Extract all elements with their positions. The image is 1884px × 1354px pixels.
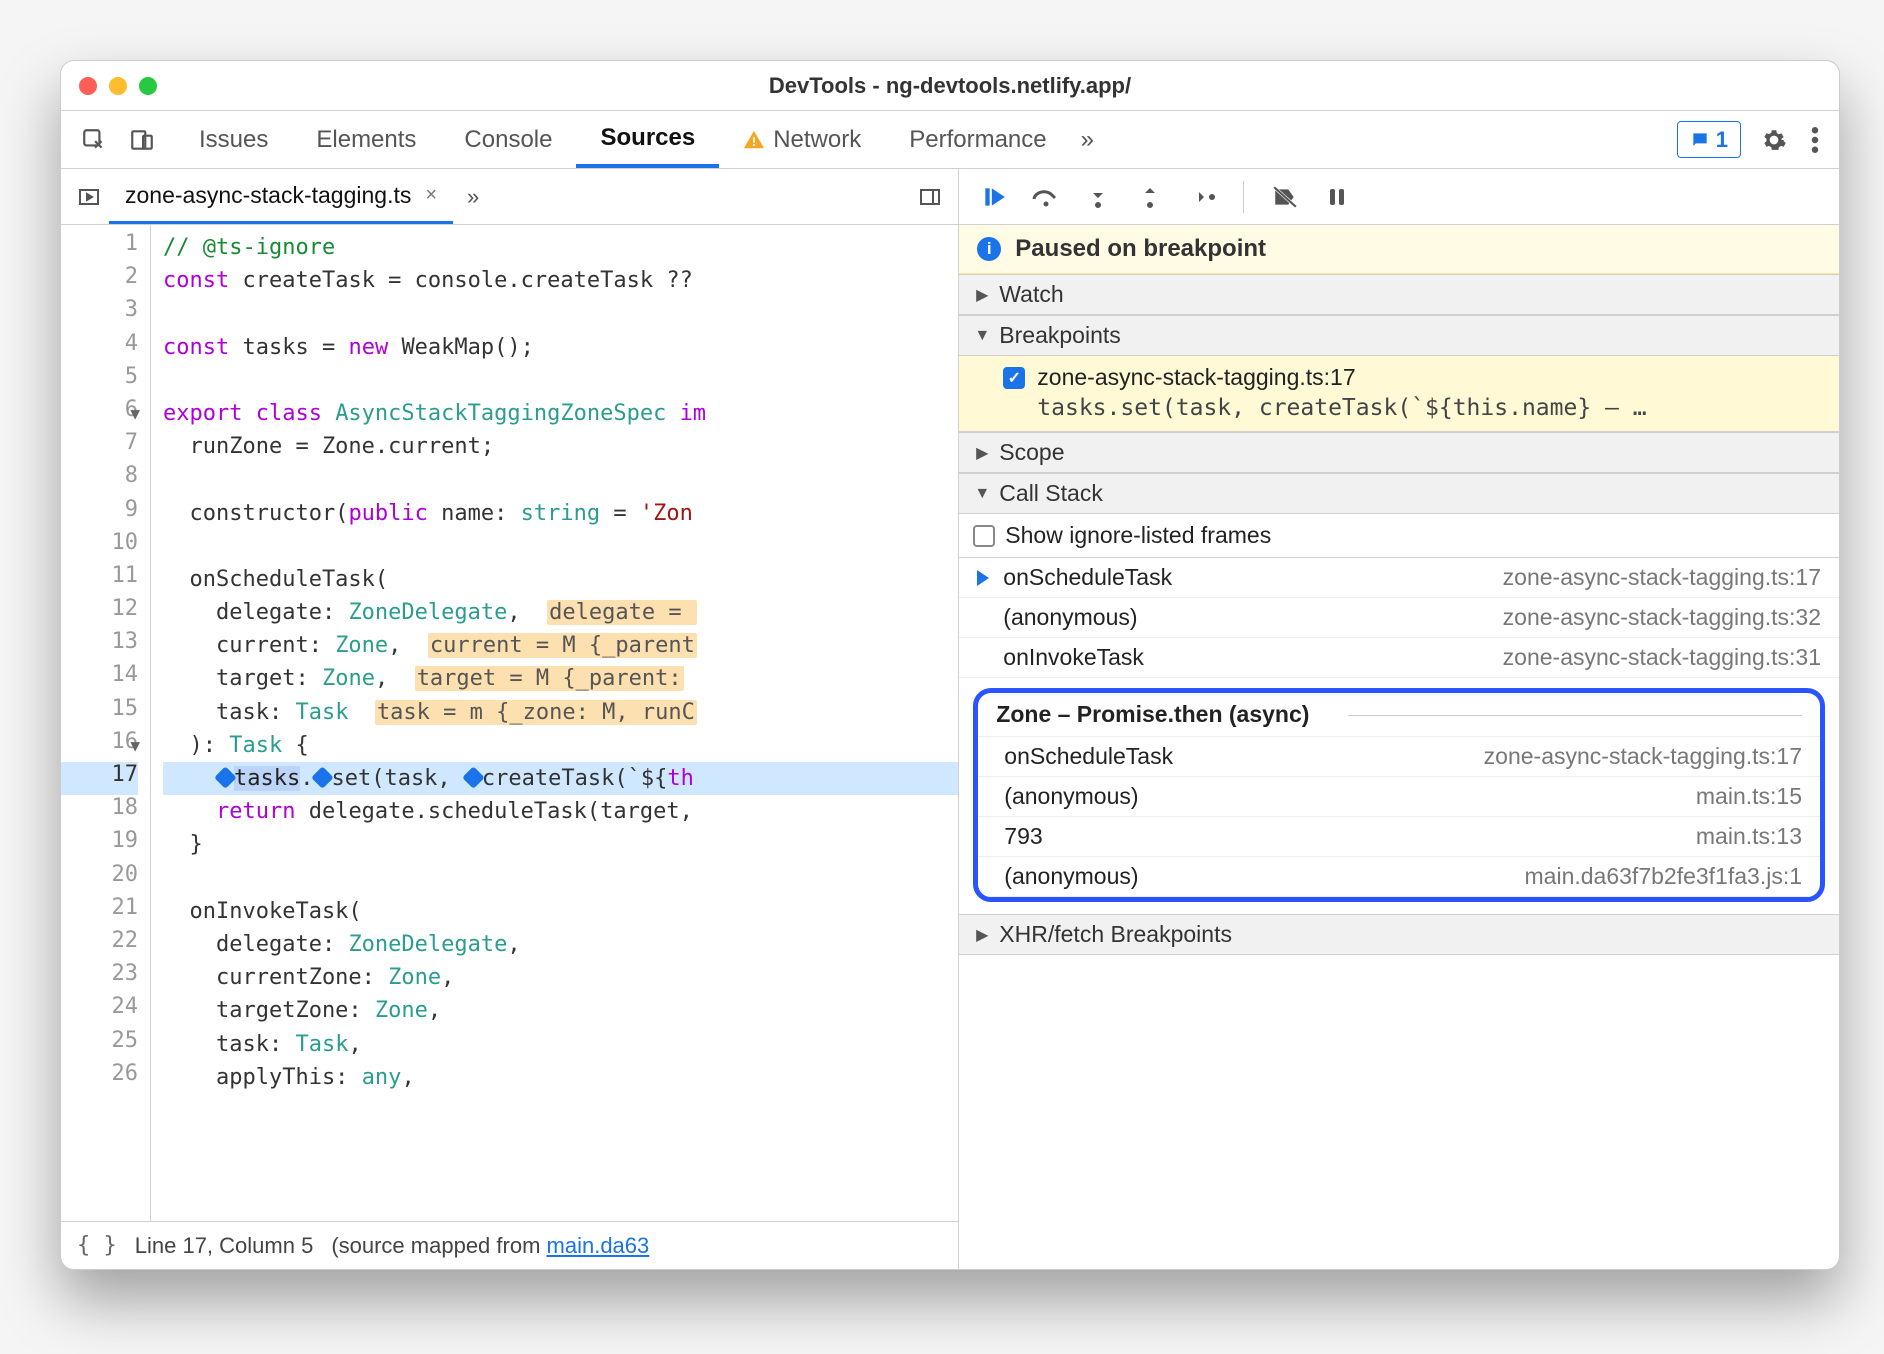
cursor-position: Line 17, Column 5 xyxy=(135,1233,314,1259)
snippets-toggle-icon[interactable] xyxy=(910,185,950,209)
device-toolbar-icon[interactable] xyxy=(123,121,161,159)
show-ignored-frames-toggle[interactable]: Show ignore-listed frames xyxy=(959,514,1839,558)
disclosure-right-icon: ▶ xyxy=(973,443,991,463)
deactivate-breakpoints-icon[interactable] xyxy=(1268,180,1302,214)
window-minimize-icon[interactable] xyxy=(109,77,127,95)
call-stack-frame[interactable]: (anonymous)zone-async-stack-tagging.ts:3… xyxy=(959,598,1839,638)
step-over-icon[interactable] xyxy=(1029,180,1063,214)
titlebar: DevTools - ng-devtools.netlify.app/ xyxy=(61,61,1839,111)
tabs-overflow-icon[interactable]: » xyxy=(1071,111,1104,168)
editor-status-bar: { } Line 17, Column 5 (source mapped fro… xyxy=(61,1221,958,1269)
disclosure-down-icon: ▼ xyxy=(973,485,991,503)
disclosure-down-icon: ▼ xyxy=(973,327,991,345)
tab-issues[interactable]: Issues xyxy=(175,111,292,168)
line-gutter[interactable]: 123456▼78910111213141516▼171819202122232… xyxy=(61,225,151,1221)
section-scope[interactable]: ▶ Scope xyxy=(959,432,1839,473)
section-xhr-breakpoints[interactable]: ▶ XHR/fetch Breakpoints xyxy=(959,914,1839,955)
tab-console[interactable]: Console xyxy=(440,111,576,168)
window-title: DevTools - ng-devtools.netlify.app/ xyxy=(61,73,1839,99)
call-stack-frame[interactable]: onScheduleTaskzone-async-stack-tagging.t… xyxy=(978,737,1820,777)
inspect-element-icon[interactable] xyxy=(75,121,113,159)
async-stack-group: Zone – Promise.then (async) onScheduleTa… xyxy=(973,688,1825,902)
window-zoom-icon[interactable] xyxy=(139,77,157,95)
file-tab-active[interactable]: zone-async-stack-tagging.ts × xyxy=(109,169,453,224)
pretty-print-icon[interactable]: { } xyxy=(77,1233,117,1258)
tab-sources[interactable]: Sources xyxy=(576,111,719,168)
tab-network-label: Network xyxy=(773,126,861,154)
step-icon[interactable] xyxy=(1185,180,1219,214)
call-stack-frame[interactable]: 793main.ts:13 xyxy=(978,817,1820,857)
tab-performance[interactable]: Performance xyxy=(885,111,1070,168)
disclosure-right-icon: ▶ xyxy=(973,285,991,305)
section-call-stack[interactable]: ▼ Call Stack xyxy=(959,473,1839,514)
main-tabs-bar: Issues Elements Console Sources Network … xyxy=(61,111,1839,169)
warning-icon xyxy=(743,129,765,151)
tab-network[interactable]: Network xyxy=(719,111,885,168)
message-icon xyxy=(1690,130,1710,150)
call-stack-frame[interactable]: onInvokeTaskzone-async-stack-tagging.ts:… xyxy=(959,638,1839,678)
messages-count: 1 xyxy=(1716,127,1728,153)
tab-elements[interactable]: Elements xyxy=(292,111,440,168)
breakpoint-location: zone-async-stack-tagging.ts:17 xyxy=(1037,364,1355,391)
call-stack-frame[interactable]: onScheduleTaskzone-async-stack-tagging.t… xyxy=(959,558,1839,598)
file-tabs-bar: zone-async-stack-tagging.ts × » xyxy=(61,169,958,225)
debug-toolbar xyxy=(959,169,1839,225)
call-stack-frame[interactable]: (anonymous)main.da63f7b2fe3f1fa3.js:1 xyxy=(978,857,1820,897)
devtools-window: DevTools - ng-devtools.netlify.app/ Issu… xyxy=(60,60,1840,1270)
source-map-info: (source mapped from main.da63 xyxy=(331,1233,649,1259)
messages-badge[interactable]: 1 xyxy=(1677,121,1741,158)
pause-banner-text: Paused on breakpoint xyxy=(1015,235,1266,263)
call-stack-frame[interactable]: (anonymous)main.ts:15 xyxy=(978,777,1820,817)
more-menu-icon[interactable] xyxy=(1799,111,1831,168)
breakpoint-checkbox[interactable]: ✓ xyxy=(1003,367,1025,389)
disclosure-right-icon: ▶ xyxy=(973,925,991,945)
pause-on-exceptions-icon[interactable] xyxy=(1320,180,1354,214)
file-tabs-overflow-icon[interactable]: » xyxy=(453,184,493,210)
settings-icon[interactable] xyxy=(1749,111,1799,168)
file-tab-name: zone-async-stack-tagging.ts xyxy=(125,182,411,209)
breakpoint-snippet: tasks.set(task, createTask(`${this.name}… xyxy=(1003,391,1825,421)
async-group-title: Zone – Promise.then (async) xyxy=(978,693,1820,737)
resume-icon[interactable] xyxy=(977,180,1011,214)
debugger-pane: i Paused on breakpoint ▶ Watch ▼ Breakpo… xyxy=(959,169,1839,1269)
step-into-icon[interactable] xyxy=(1081,180,1115,214)
window-close-icon[interactable] xyxy=(79,77,97,95)
code-editor[interactable]: 123456▼78910111213141516▼171819202122232… xyxy=(61,225,958,1221)
traffic-lights xyxy=(79,77,157,95)
info-icon: i xyxy=(977,237,1001,261)
source-map-link[interactable]: main.da63 xyxy=(547,1233,650,1258)
checkbox-empty-icon[interactable] xyxy=(973,525,995,547)
breakpoint-row[interactable]: ✓ zone-async-stack-tagging.ts:17 tasks.s… xyxy=(959,356,1839,432)
pause-banner: i Paused on breakpoint xyxy=(959,225,1839,274)
section-breakpoints[interactable]: ▼ Breakpoints xyxy=(959,315,1839,356)
step-out-icon[interactable] xyxy=(1133,180,1167,214)
code-view[interactable]: // @ts-ignoreconst createTask = console.… xyxy=(151,225,958,1221)
navigator-toggle-icon[interactable] xyxy=(69,185,109,209)
sources-pane: zone-async-stack-tagging.ts × » 123456▼7… xyxy=(61,169,959,1269)
section-watch[interactable]: ▶ Watch xyxy=(959,274,1839,315)
close-file-tab-icon[interactable]: × xyxy=(425,184,437,207)
